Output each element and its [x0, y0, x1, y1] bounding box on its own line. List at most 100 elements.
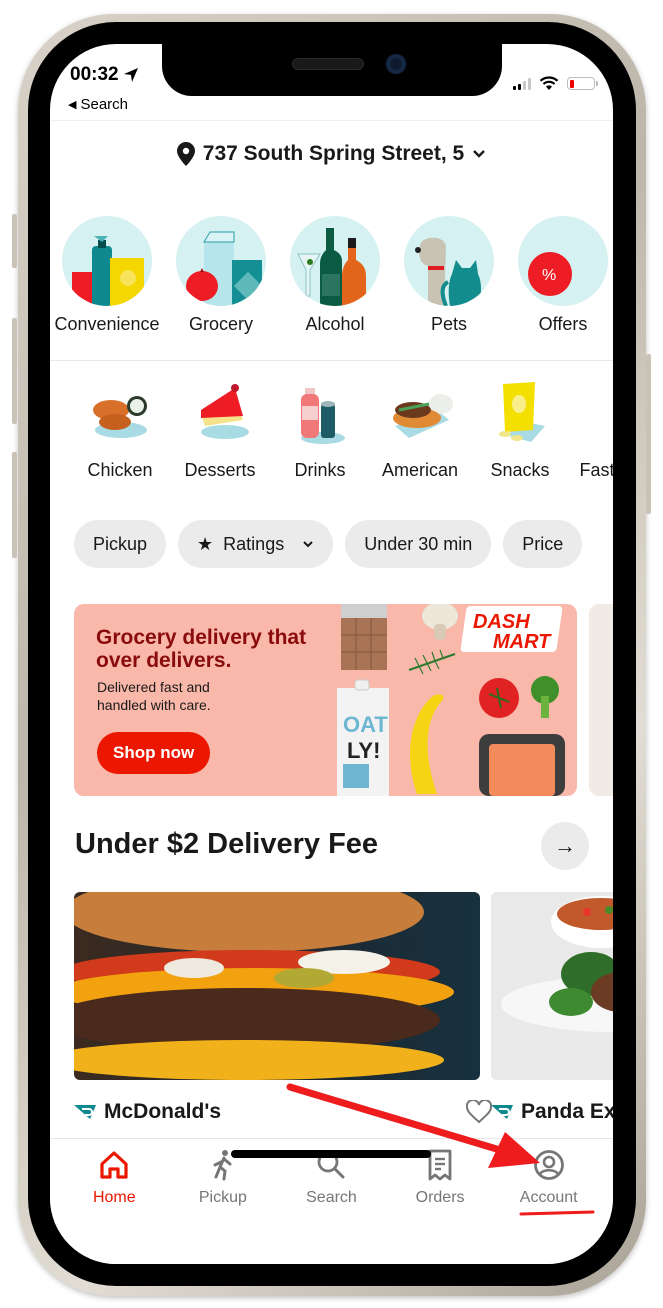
- chips-bag-icon: [485, 380, 555, 446]
- chevron-down-icon: [303, 541, 313, 548]
- shop-now-button[interactable]: Shop now: [97, 732, 211, 774]
- cuisine-chicken[interactable]: Chicken: [70, 380, 170, 481]
- category-label: Offers: [538, 314, 588, 334]
- power-button: [646, 354, 651, 514]
- app-screen: 00:32 ◀ Search 737 South Spring Street, …: [50, 44, 613, 1264]
- filter-price[interactable]: Price: [503, 520, 583, 568]
- wifi-icon: [539, 76, 559, 90]
- home-indicator: [231, 1150, 431, 1158]
- cuisine-label: Desserts: [184, 460, 256, 480]
- tab-label: Search: [306, 1189, 357, 1206]
- volume-down-button: [12, 452, 17, 558]
- grocery-icon: [176, 216, 266, 306]
- filter-pickup[interactable]: Pickup: [74, 520, 167, 568]
- address-selector[interactable]: 737 South Spring Street, 5: [50, 142, 613, 166]
- cuisine-label: Fast Food: [579, 460, 613, 480]
- address-text: 737 South Spring Street, 5: [202, 142, 465, 165]
- arrow-right-icon: →: [554, 833, 576, 858]
- store-card-mcdonalds[interactable]: McDonald's: [74, 892, 492, 1124]
- category-offers[interactable]: % Offers: [506, 216, 613, 335]
- store-image: [74, 892, 480, 1080]
- cuisine-desserts[interactable]: Desserts: [170, 380, 270, 481]
- store-category-carousel: Convenience Grocery Alcohol Pets % Offer…: [50, 216, 613, 335]
- svg-text:OAT: OAT: [343, 712, 388, 737]
- cuisine-drinks[interactable]: Drinks: [270, 380, 370, 481]
- cuisine-american[interactable]: American: [370, 380, 470, 481]
- cuisine-fast-food[interactable]: Fast Food: [570, 380, 613, 481]
- volume-up-button: [12, 318, 17, 424]
- battery-icon: [567, 77, 598, 90]
- home-icon: [96, 1147, 132, 1183]
- speaker: [292, 58, 364, 70]
- chip-label: Price: [522, 533, 564, 554]
- drinks-icon: [285, 380, 355, 446]
- svg-text:LY!: LY!: [347, 738, 380, 763]
- category-alcohol[interactable]: Alcohol: [278, 216, 392, 335]
- tab-label: Account: [519, 1189, 578, 1206]
- chip-label: Pickup: [93, 533, 148, 554]
- cake-slice-icon: [185, 380, 255, 446]
- cuisine-label: Drinks: [294, 460, 346, 480]
- filter-under-30-min[interactable]: Under 30 min: [345, 520, 492, 568]
- clock: 00:32: [70, 64, 119, 85]
- store-card-panda-express[interactable]: Panda Express: [491, 892, 613, 1124]
- offers-icon: %: [518, 216, 608, 306]
- pets-icon: [404, 216, 494, 306]
- dashpass-icon: [491, 1105, 513, 1119]
- category-label: Convenience: [54, 314, 160, 334]
- cuisine-snacks[interactable]: Snacks: [470, 380, 570, 481]
- chevron-down-icon: [473, 150, 486, 158]
- see-all-arrow-button[interactable]: →: [541, 822, 589, 870]
- alcohol-icon: [290, 216, 380, 306]
- tab-account[interactable]: Account: [495, 1147, 603, 1207]
- banner-subtitle: Delivered fast and handled with care.: [97, 679, 211, 713]
- filter-ratings[interactable]: ★ Ratings: [178, 520, 334, 568]
- fast-food-icon: [585, 380, 613, 446]
- store-name: Panda Express: [491, 1100, 613, 1124]
- chip-label: Ratings: [223, 533, 285, 554]
- chicken-icon: [85, 380, 155, 446]
- divider: [50, 120, 613, 121]
- store-name: McDonald's: [74, 1100, 480, 1124]
- cellular-signal-icon: [513, 77, 531, 90]
- svg-text:MART: MART: [493, 631, 552, 653]
- category-convenience[interactable]: Convenience: [50, 216, 164, 335]
- status-indicators: [513, 76, 598, 91]
- cuisine-label: Snacks: [490, 460, 550, 480]
- store-name-text: McDonald's: [104, 1100, 222, 1123]
- category-label: Alcohol: [305, 314, 365, 334]
- dashmart-promo-banner[interactable]: Grocery delivery that over delivers. Del…: [74, 604, 577, 796]
- category-label: Grocery: [188, 314, 253, 334]
- dashpass-icon: [74, 1105, 96, 1119]
- banner-title: Grocery delivery that over delivers.: [96, 626, 307, 672]
- grocery-items-illustration: OAT LY! DASH MART: [337, 604, 565, 796]
- svg-text:%: %: [542, 267, 556, 284]
- tab-label: Orders: [415, 1189, 465, 1206]
- category-label: Pets: [430, 314, 468, 334]
- account-icon: [531, 1147, 567, 1183]
- favorite-heart-icon[interactable]: [466, 1100, 492, 1124]
- store-image: [491, 892, 613, 1080]
- dashmart-logo: DASH: [473, 611, 530, 633]
- tab-label: Pickup: [198, 1189, 247, 1206]
- category-grocery[interactable]: Grocery: [164, 216, 278, 335]
- silent-switch: [12, 214, 17, 268]
- location-arrow-icon: [123, 68, 138, 82]
- category-pets[interactable]: Pets: [392, 216, 506, 335]
- tab-label: Home: [92, 1189, 136, 1206]
- notch: [162, 44, 502, 96]
- divider: [50, 360, 613, 361]
- store-name-text: Panda Express: [521, 1100, 613, 1123]
- convenience-icon: [62, 216, 152, 306]
- sandwich-icon: [385, 380, 455, 446]
- star-icon: ★: [197, 533, 214, 554]
- next-promo-banner[interactable]: [589, 604, 613, 796]
- cuisine-label: Chicken: [87, 460, 153, 480]
- back-triangle-icon: ◀: [68, 99, 77, 111]
- back-to-search-link[interactable]: ◀ Search: [68, 96, 128, 113]
- cuisine-carousel: Chicken Desserts Drinks American Snacks: [70, 380, 613, 481]
- location-pin-icon: [176, 142, 195, 166]
- tab-home[interactable]: Home: [60, 1147, 168, 1207]
- filter-chips: Pickup ★ Ratings Under 30 min Price: [74, 520, 583, 568]
- chip-label: Under 30 min: [364, 533, 473, 554]
